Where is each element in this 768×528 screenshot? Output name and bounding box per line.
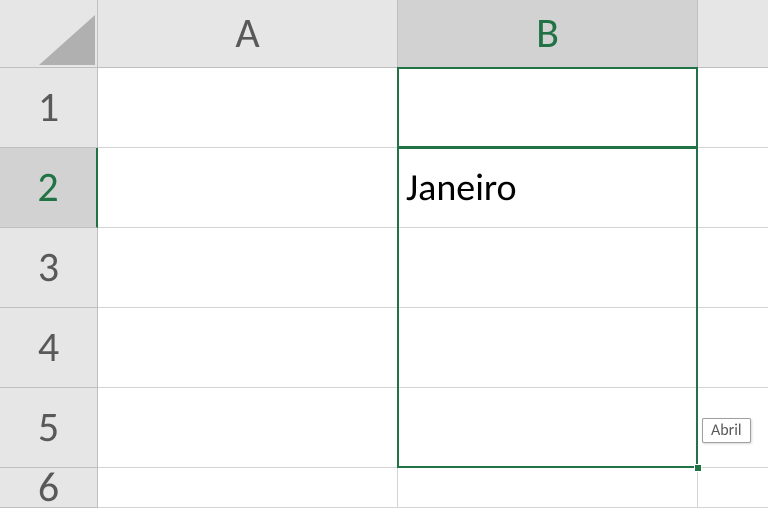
cell-b1[interactable] [398, 68, 698, 148]
cell-c6[interactable] [698, 468, 768, 508]
cell-a1[interactable] [98, 68, 398, 148]
cell-a2[interactable] [98, 148, 398, 228]
cell-b3[interactable] [398, 228, 698, 308]
cell-a4[interactable] [98, 308, 398, 388]
cell-c4[interactable] [698, 308, 768, 388]
cell-a6[interactable] [98, 468, 398, 508]
spreadsheet-grid: A B 1 2 Janeiro 3 4 5 6 [0, 0, 768, 508]
row-header-1[interactable]: 1 [0, 68, 98, 148]
column-header-b[interactable]: B [398, 0, 698, 68]
row-header-6[interactable]: 6 [0, 468, 98, 508]
fill-tooltip: Abril [702, 418, 751, 443]
cell-b2[interactable]: Janeiro [398, 148, 698, 228]
select-all-triangle-icon [39, 15, 95, 65]
cell-c1[interactable] [698, 68, 768, 148]
cell-c3[interactable] [698, 228, 768, 308]
cell-c2[interactable] [698, 148, 768, 228]
row-header-3[interactable]: 3 [0, 228, 98, 308]
row-header-2[interactable]: 2 [0, 148, 98, 228]
row-header-4[interactable]: 4 [0, 308, 98, 388]
fill-handle[interactable] [694, 464, 702, 472]
cell-a5[interactable] [98, 388, 398, 468]
column-header-a[interactable]: A [98, 0, 398, 68]
cell-a3[interactable] [98, 228, 398, 308]
cell-b4[interactable] [398, 308, 698, 388]
column-header-extra[interactable] [698, 0, 768, 68]
select-all-corner[interactable] [0, 0, 98, 68]
cell-b6[interactable] [398, 468, 698, 508]
cell-b5[interactable] [398, 388, 698, 468]
row-header-5[interactable]: 5 [0, 388, 98, 468]
